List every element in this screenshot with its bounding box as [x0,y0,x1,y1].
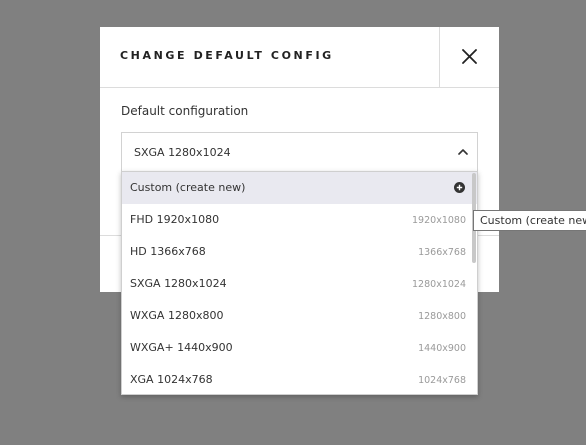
option-resolution: 1920x1080 [412,215,466,226]
option-label: HD 1366x768 [130,245,206,258]
field-label: Default configuration [121,104,249,118]
option-wxga[interactable]: WXGA 1280x800 1280x800 [122,300,477,332]
option-sxga[interactable]: SXGA 1280x1024 1280x1024 [122,268,477,300]
close-button[interactable] [439,27,499,87]
option-xga[interactable]: XGA 1024x768 1024x768 [122,364,477,394]
option-hd[interactable]: HD 1366x768 1366x768 [122,236,477,268]
option-resolution: 1024x768 [418,375,466,386]
tooltip: Custom (create new) [473,210,586,231]
option-label: XGA 1024x768 [130,373,213,386]
option-resolution: 1280x800 [418,311,466,322]
modal-title: CHANGE DEFAULT CONFIG [120,49,334,62]
plus-circle-icon [454,182,465,193]
chevron-up-icon [458,149,468,155]
option-resolution: 1366x768 [418,247,466,258]
modal-header: CHANGE DEFAULT CONFIG [100,27,499,88]
option-custom-create-new[interactable]: Custom (create new) [122,172,477,204]
select-value: SXGA 1280x1024 [134,146,231,159]
option-wxga-plus[interactable]: WXGA+ 1440x900 1440x900 [122,332,477,364]
option-fhd[interactable]: FHD 1920x1080 1920x1080 [122,204,477,236]
option-label: SXGA 1280x1024 [130,277,227,290]
config-dropdown-list: Custom (create new) FHD 1920x1080 1920x1… [121,171,478,395]
option-label: WXGA+ 1440x900 [130,341,233,354]
option-label: WXGA 1280x800 [130,309,224,322]
option-label: FHD 1920x1080 [130,213,220,226]
option-resolution: 1440x900 [418,343,466,354]
option-resolution: 1280x1024 [412,279,466,290]
close-icon [462,49,477,64]
config-select[interactable]: SXGA 1280x1024 [121,132,478,172]
option-label: Custom (create new) [130,181,246,194]
